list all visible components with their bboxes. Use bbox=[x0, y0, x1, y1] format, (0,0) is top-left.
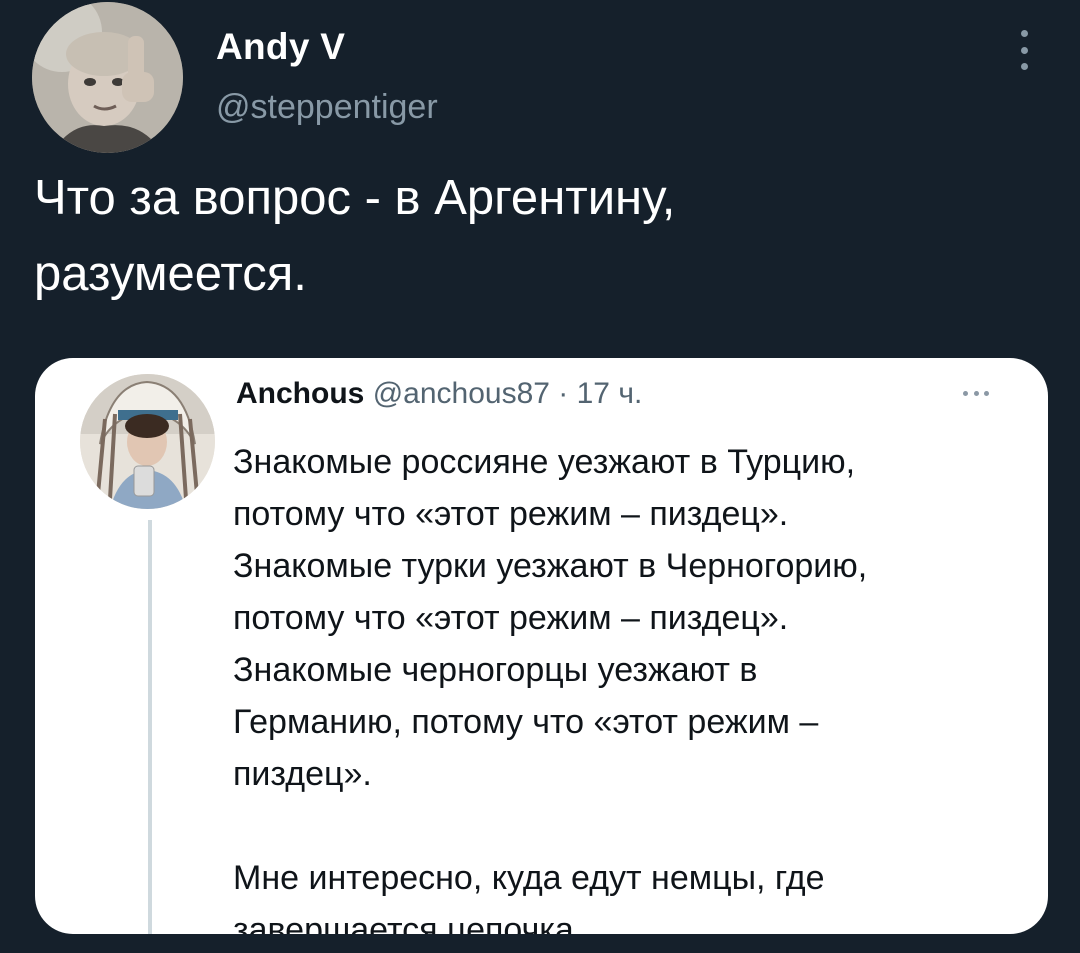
tweet-time[interactable]: 17 ч. bbox=[577, 377, 643, 410]
quoted-tweet-text: Знакомые россияне уезжают в Турцию, пото… bbox=[233, 443, 868, 934]
more-horizontal-icon[interactable] bbox=[963, 391, 989, 397]
author-avatar[interactable] bbox=[32, 2, 183, 153]
thread-line bbox=[148, 520, 152, 934]
quoted-author-name[interactable]: Anchous bbox=[236, 377, 364, 410]
author-name[interactable]: Andy V bbox=[216, 26, 345, 68]
tweet: Andy V @steppentiger Что за вопрос - в А… bbox=[0, 0, 1080, 953]
more-vertical-icon[interactable] bbox=[1012, 30, 1036, 70]
tweet-text: Что за вопрос - в Аргентину, разумеется. bbox=[34, 171, 676, 301]
separator-dot: · bbox=[558, 377, 569, 410]
quoted-tweet-card[interactable]: Anchous @anchous87 · 17 ч. Знакомые росс… bbox=[35, 358, 1048, 934]
quoted-tweet-header: Anchous @anchous87 · 17 ч. bbox=[236, 377, 642, 411]
quoted-author-avatar[interactable] bbox=[80, 374, 215, 509]
quoted-author-handle[interactable]: @anchous87 bbox=[373, 377, 550, 410]
author-handle[interactable]: @steppentiger bbox=[216, 88, 438, 127]
